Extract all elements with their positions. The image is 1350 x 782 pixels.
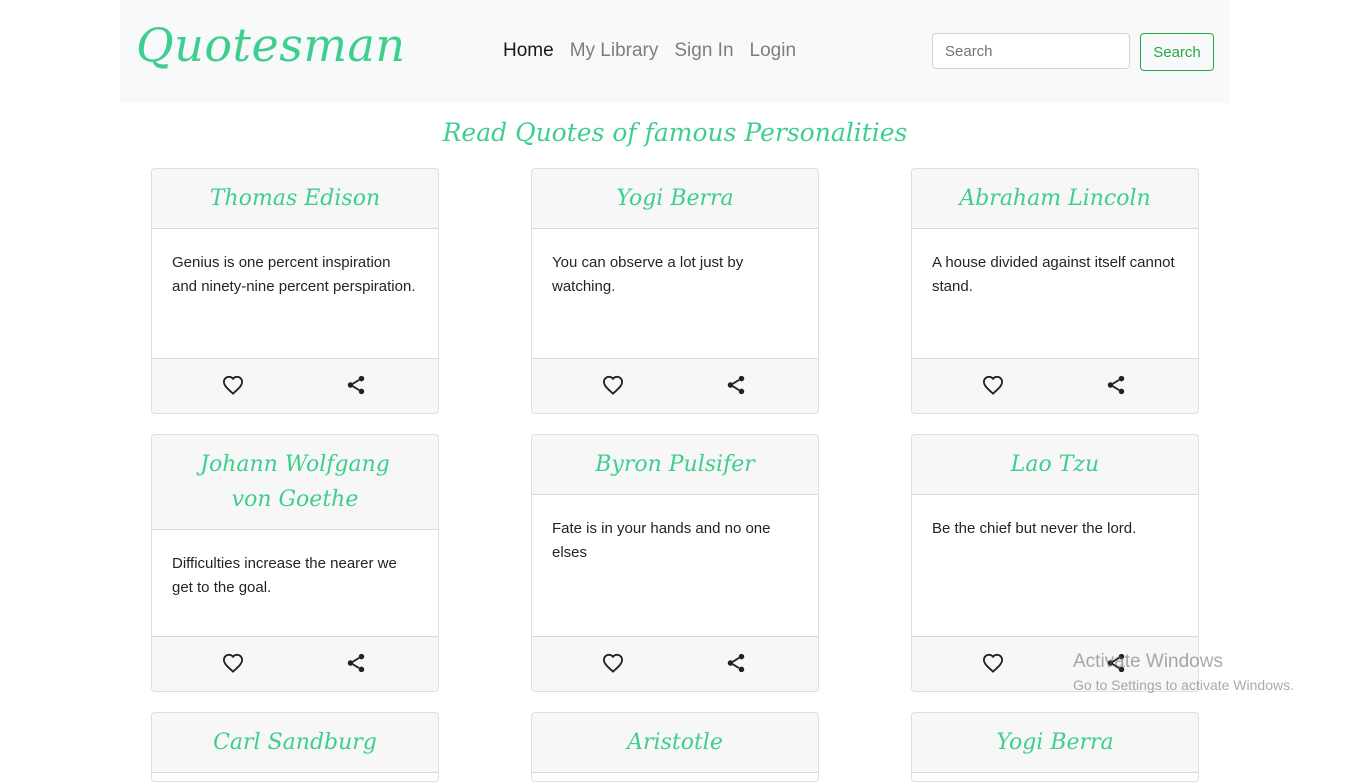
card-author: Yogi Berra [912, 713, 1198, 773]
card-footer [532, 636, 818, 691]
heart-outline-icon[interactable] [600, 650, 626, 676]
quote-card: Thomas Edison Genius is one percent insp… [151, 168, 439, 414]
nav-link-login[interactable]: Login [750, 40, 797, 62]
share-icon[interactable] [1103, 372, 1129, 398]
card-quote: Be the chief but never the lord. [932, 520, 1137, 537]
quote-card: Lao Tzu Be the chief but never the lord. [911, 434, 1199, 692]
search-button[interactable]: Search [1140, 33, 1214, 71]
navbar: Quotesman Home My Library Sign In Login … [120, 0, 1230, 103]
heart-outline-icon[interactable] [980, 650, 1006, 676]
quote-card: Johann Wolfgang von Goethe Difficulties … [151, 434, 439, 692]
card-author: Aristotle [532, 713, 818, 773]
card-quote: Fate is in your hands and no one elses [552, 520, 771, 561]
brand-logo[interactable]: Quotesman [136, 18, 406, 72]
quote-card: Yogi Berra You can observe a lot just by… [531, 168, 819, 414]
card-footer [152, 636, 438, 691]
heart-outline-icon[interactable] [600, 372, 626, 398]
heart-outline-icon[interactable] [220, 372, 246, 398]
share-icon[interactable] [723, 372, 749, 398]
quote-card: Byron Pulsifer Fate is in your hands and… [531, 434, 819, 692]
card-quote: Genius is one percent inspiration and ni… [172, 254, 416, 295]
share-icon[interactable] [1103, 650, 1129, 676]
nav-link-my-library[interactable]: My Library [570, 40, 659, 62]
nav-links: Home My Library Sign In Login [503, 40, 796, 62]
quote-card: Yogi Berra [911, 712, 1199, 782]
quote-card: Aristotle [531, 712, 819, 782]
card-author: Yogi Berra [532, 169, 818, 229]
card-footer [152, 358, 438, 413]
card-author: Lao Tzu [912, 435, 1198, 495]
card-footer [912, 358, 1198, 413]
quote-card: Carl Sandburg [151, 712, 439, 782]
search-input[interactable] [932, 33, 1130, 69]
page-heading: Read Quotes of famous Personalities [442, 118, 908, 147]
card-author: Byron Pulsifer [532, 435, 818, 495]
nav-link-home[interactable]: Home [503, 40, 554, 62]
card-quote: You can observe a lot just by watching. [552, 254, 744, 295]
share-icon[interactable] [343, 372, 369, 398]
card-author: Carl Sandburg [152, 713, 438, 773]
card-author: Abraham Lincoln [912, 169, 1198, 229]
card-quote: Difficulties increase the nearer we get … [172, 555, 397, 596]
card-footer [912, 636, 1198, 691]
card-author: Johann Wolfgang von Goethe [152, 435, 438, 530]
heart-outline-icon[interactable] [980, 372, 1006, 398]
heart-outline-icon[interactable] [220, 650, 246, 676]
quote-card: Abraham Lincoln A house divided against … [911, 168, 1199, 414]
share-icon[interactable] [343, 650, 369, 676]
nav-link-sign-in[interactable]: Sign In [674, 40, 733, 62]
card-footer [532, 358, 818, 413]
share-icon[interactable] [723, 650, 749, 676]
card-quote: A house divided against itself cannot st… [932, 254, 1175, 295]
card-author: Thomas Edison [152, 169, 438, 229]
